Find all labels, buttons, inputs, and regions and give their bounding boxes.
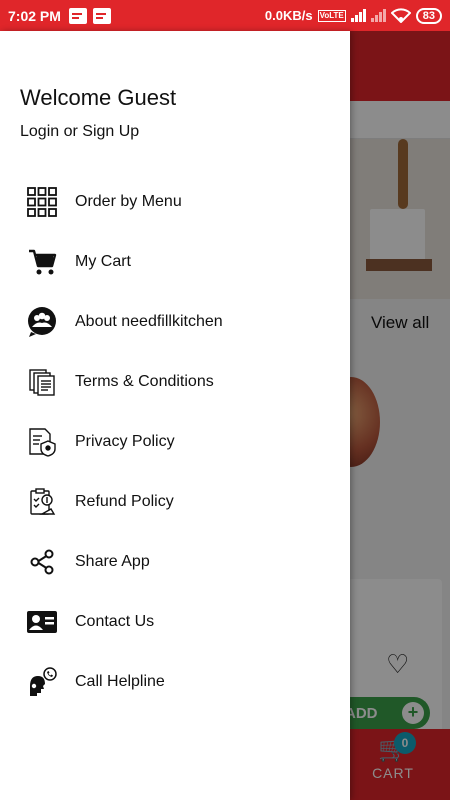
net-speed: 0.0KB/s — [264, 8, 313, 23]
menu-item-refund[interactable]: Refund Policy — [0, 472, 350, 532]
menu-item-about[interactable]: About needfillkitchen — [0, 292, 350, 352]
privacy-document-icon — [25, 425, 59, 459]
status-bar: 7:02 PM 0.0KB/s VoLTE 83 — [0, 0, 450, 31]
menu-label: Order by Menu — [75, 193, 182, 210]
drawer-title: Welcome Guest — [20, 85, 177, 110]
refund-document-icon — [25, 485, 59, 519]
signal-icon — [350, 9, 366, 22]
menu-label: Terms & Conditions — [75, 373, 214, 390]
documents-icon — [25, 365, 59, 399]
signal-icon-2 — [370, 9, 386, 22]
menu-label: Refund Policy — [75, 493, 174, 510]
menu-label: Call Helpline — [75, 673, 165, 690]
menu-label: Privacy Policy — [75, 433, 175, 450]
menu-item-privacy[interactable]: Privacy Policy — [0, 412, 350, 472]
volte-icon: VoLTE — [317, 9, 346, 22]
menu-item-my-cart[interactable]: My Cart — [0, 232, 350, 292]
group-chat-icon — [25, 305, 59, 339]
menu-item-call-helpline[interactable]: Call Helpline — [0, 652, 350, 712]
helpline-icon — [25, 665, 59, 699]
menu-label: About needfillkitchen — [75, 313, 223, 330]
menu-label: My Cart — [75, 253, 131, 270]
notification-icon-2 — [92, 7, 111, 24]
drawer-menu: Order by Menu My Cart About needfillkitc… — [0, 172, 350, 712]
menu-item-contact-us[interactable]: Contact Us — [0, 592, 350, 652]
navigation-drawer: Welcome Guest Login or Sign Up Order by … — [0, 31, 350, 800]
wifi-icon — [390, 8, 411, 23]
battery-icon: 83 — [415, 7, 442, 24]
menu-label: Share App — [75, 553, 150, 570]
notification-icon — [68, 7, 87, 24]
login-signup-link[interactable]: Login or Sign Up — [20, 123, 139, 141]
menu-item-order-by-menu[interactable]: Order by Menu — [0, 172, 350, 232]
menu-item-terms[interactable]: Terms & Conditions — [0, 352, 350, 412]
contact-card-icon — [25, 605, 59, 639]
grid-menu-icon — [25, 185, 59, 219]
share-icon — [25, 545, 59, 579]
shopping-cart-icon — [25, 245, 59, 279]
menu-label: Contact Us — [75, 613, 155, 630]
menu-item-share-app[interactable]: Share App — [0, 532, 350, 592]
status-time: 7:02 PM — [8, 7, 61, 24]
